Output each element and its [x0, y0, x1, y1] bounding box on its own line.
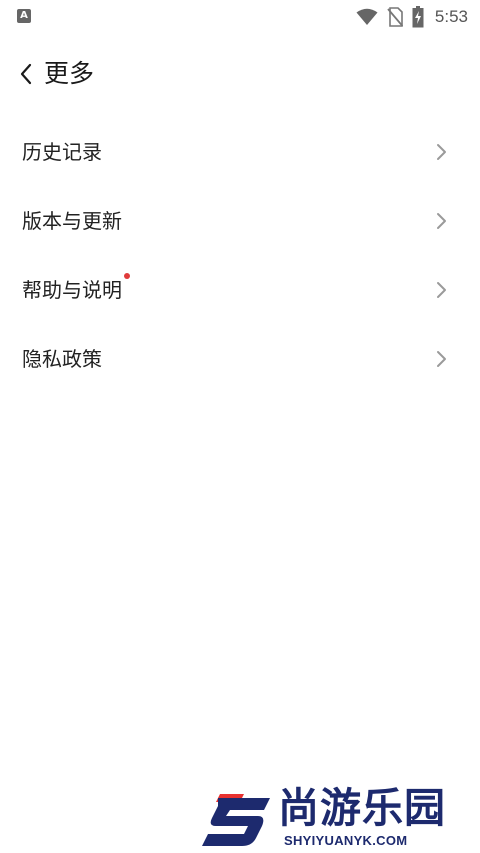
status-bar: A 5:53 [0, 0, 480, 34]
back-button[interactable] [14, 60, 40, 88]
wifi-icon [356, 8, 378, 26]
battery-charging-icon [412, 6, 424, 28]
watermark-title: 尚游乐园 [278, 784, 446, 832]
chevron-right-icon [434, 280, 448, 300]
menu-item-help[interactable]: 帮助与说明 [0, 256, 480, 325]
watermark-subtitle: SHYIYUANYK.COM [284, 833, 408, 848]
chevron-right-icon [434, 211, 448, 231]
menu-item-label: 隐私政策 [22, 347, 102, 371]
status-time: 5:53 [434, 7, 468, 26]
menu-item-label: 版本与更新 [22, 209, 122, 233]
chevron-right-icon [434, 349, 448, 369]
watermark: 尚游乐园 SHYIYUANYK.COM [196, 784, 480, 853]
menu-item-version-update[interactable]: 版本与更新 [0, 187, 480, 256]
app-notification-icon: A [17, 9, 31, 23]
page-title: 更多 [44, 59, 95, 88]
menu-item-label: 帮助与说明 [22, 278, 122, 302]
menu-item-privacy-policy[interactable]: 隐私政策 [0, 325, 480, 394]
header: 更多 [0, 50, 480, 98]
no-sim-icon [387, 7, 403, 27]
menu-item-label-wrapper: 帮助与说明 [22, 273, 130, 304]
menu-item-label: 历史记录 [22, 140, 102, 164]
watermark-logo-icon [200, 790, 274, 848]
status-icons: 5:53 [356, 5, 468, 29]
settings-menu: 历史记录 版本与更新 帮助与说明 隐私政策 [0, 118, 480, 394]
notification-dot [124, 273, 130, 279]
chevron-left-icon [14, 60, 40, 88]
chevron-right-icon [434, 142, 448, 162]
menu-item-history[interactable]: 历史记录 [0, 118, 480, 187]
